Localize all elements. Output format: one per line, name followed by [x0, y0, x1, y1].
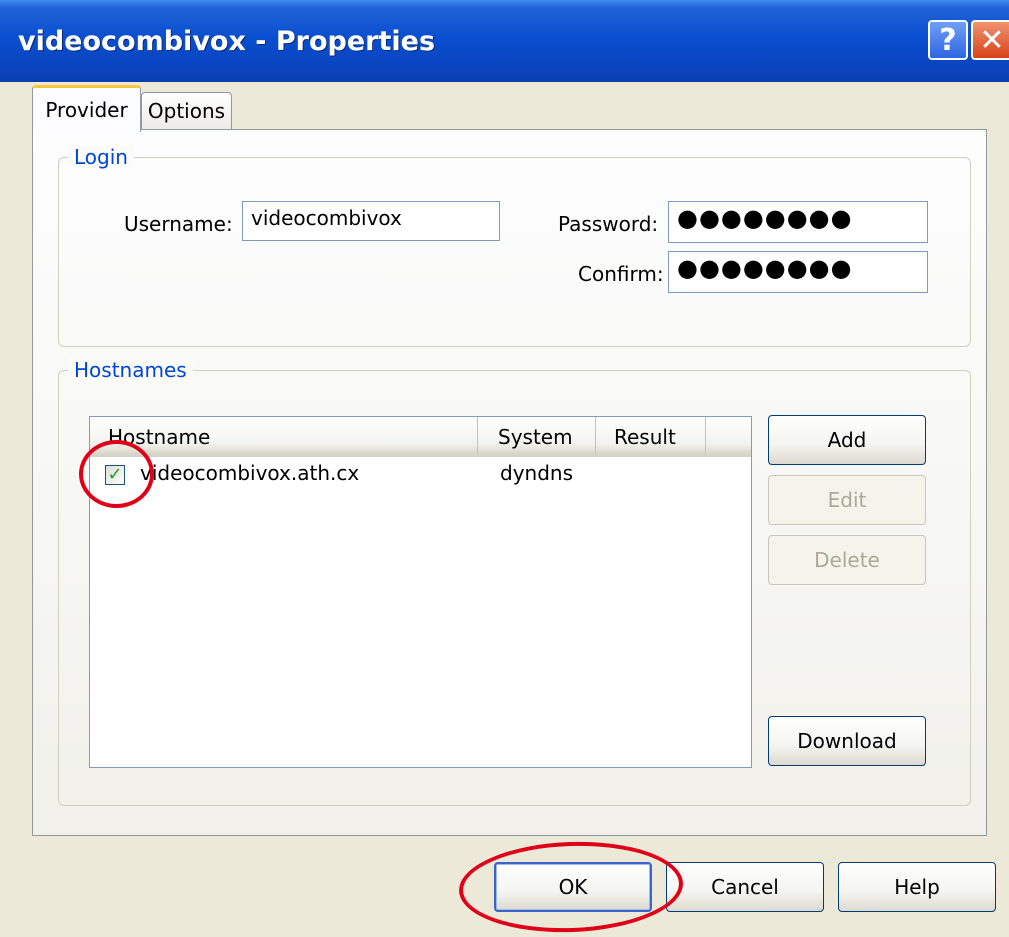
window-title: videocombivox - Properties	[18, 26, 436, 57]
add-button[interactable]: Add	[768, 415, 926, 465]
hostnames-group-legend: Hostnames	[68, 358, 193, 382]
checkmark-icon: ✓	[107, 464, 123, 485]
hostname-cell: videocombivox.ath.cx	[140, 461, 360, 485]
help-button[interactable]: Help	[838, 862, 996, 912]
password-input[interactable]: ●●●●●●●●	[668, 201, 928, 243]
delete-button[interactable]: Delete	[768, 535, 926, 585]
list-item[interactable]: ✓ videocombivox.ath.cx dyndns	[90, 457, 751, 493]
tab-provider[interactable]: Provider	[32, 85, 141, 132]
ok-button[interactable]: OK	[494, 862, 652, 912]
confirm-label: Confirm:	[578, 262, 664, 286]
confirm-value: ●●●●●●●●	[677, 254, 853, 282]
close-icon: ✕	[979, 22, 1005, 58]
close-button[interactable]: ✕	[971, 20, 1009, 60]
login-group-legend: Login	[68, 145, 134, 169]
tab-options[interactable]: Options	[141, 92, 232, 129]
properties-dialog: videocombivox - Properties ? ✕ Provider …	[0, 0, 1009, 937]
title-bar[interactable]: videocombivox - Properties ? ✕	[0, 0, 1009, 82]
download-button[interactable]: Download	[768, 716, 926, 766]
help-titlebar-button[interactable]: ?	[928, 20, 968, 60]
hostname-enabled-checkbox[interactable]: ✓	[105, 465, 125, 485]
column-header-hostname[interactable]: Hostname	[90, 417, 478, 455]
password-label: Password:	[558, 212, 659, 236]
confirm-password-input[interactable]: ●●●●●●●●	[668, 251, 928, 293]
tab-options-label: Options	[147, 99, 226, 123]
system-cell: dyndns	[500, 461, 573, 485]
cancel-button[interactable]: Cancel	[666, 862, 824, 912]
edit-button[interactable]: Edit	[768, 475, 926, 525]
hostnames-list-header: Hostname System Result	[90, 417, 751, 457]
hostnames-list[interactable]: Hostname System Result ✓ videocombivox.a…	[89, 416, 752, 768]
password-value: ●●●●●●●●	[677, 204, 853, 232]
column-header-system[interactable]: System	[478, 417, 596, 455]
username-value: videocombivox	[251, 206, 402, 230]
column-header-result[interactable]: Result	[596, 417, 706, 455]
question-mark-icon: ?	[939, 22, 957, 58]
tab-provider-label: Provider	[45, 98, 128, 122]
username-label: Username:	[124, 212, 233, 236]
username-input[interactable]: videocombivox	[242, 201, 500, 241]
